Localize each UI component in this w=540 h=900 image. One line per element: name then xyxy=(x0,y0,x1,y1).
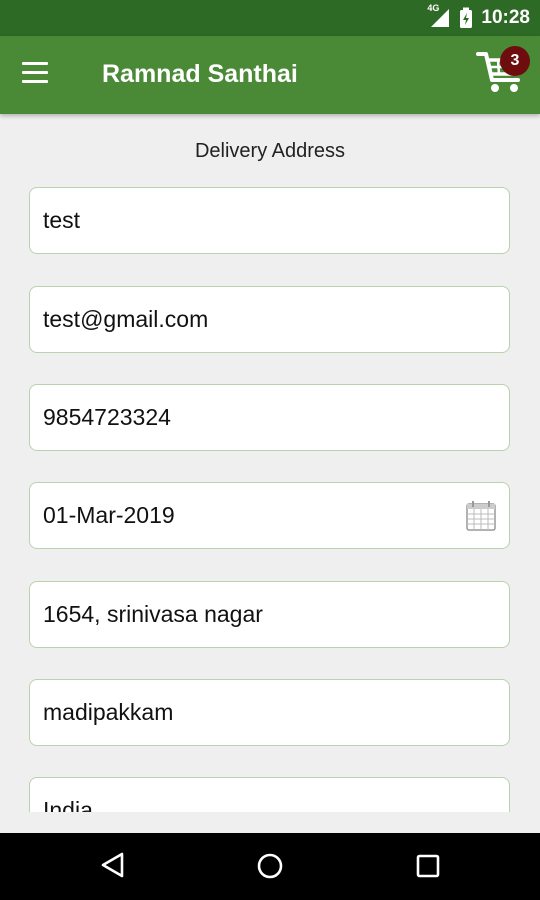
app-title: Ramnad Santhai xyxy=(102,60,298,88)
recents-icon[interactable] xyxy=(416,854,440,878)
clock: 10:28 xyxy=(481,7,530,28)
home-icon[interactable] xyxy=(256,852,284,880)
network-type: 4G xyxy=(427,3,440,13)
address-field[interactable]: 1654, srinivasa nagar xyxy=(29,581,510,648)
date-field[interactable]: 01-Mar-2019 xyxy=(29,482,510,549)
calendar-icon[interactable] xyxy=(465,500,497,532)
back-icon[interactable] xyxy=(100,851,126,879)
signal-icon: 4G xyxy=(427,3,451,29)
battery-icon xyxy=(460,7,473,28)
phone-field[interactable]: 9854723324 xyxy=(29,384,510,451)
cart-count-badge: 3 xyxy=(500,46,530,76)
area-field[interactable]: madipakkam xyxy=(29,679,510,746)
email-field[interactable]: test@gmail.com xyxy=(29,286,510,353)
name-field[interactable]: test xyxy=(29,187,510,254)
section-title: Delivery Address xyxy=(194,140,346,162)
navigation-bar xyxy=(0,833,540,900)
date-value: 01-Mar-2019 xyxy=(43,502,175,528)
delivery-address-form: Delivery Address test test@gmail.com 985… xyxy=(0,114,540,812)
app-bar: Ramnad Santhai xyxy=(0,36,540,114)
menu-icon[interactable] xyxy=(22,62,56,90)
country-field[interactable]: India xyxy=(29,777,510,812)
status-bar: 4G 10:28 xyxy=(0,0,540,36)
